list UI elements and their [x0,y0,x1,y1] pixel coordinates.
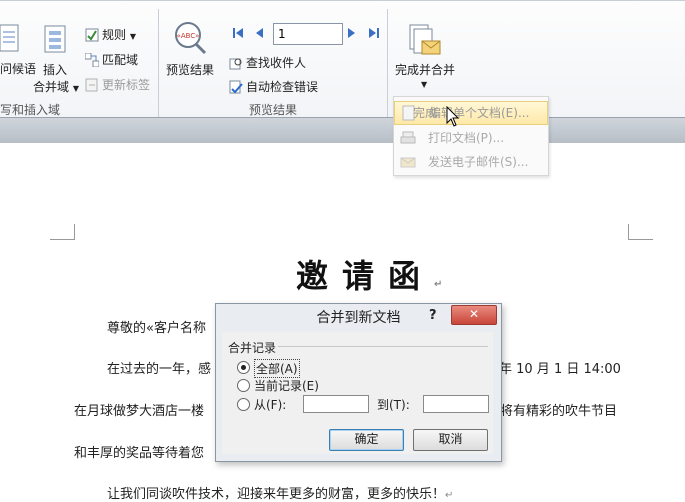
chevron-down-icon: ▼ [129,32,136,41]
find-recipient-label: 查找收件人 [246,56,307,70]
salutation: 尊敬的«客户名称 [107,321,206,336]
previous-record-icon[interactable] [254,27,264,39]
chevron-down-icon[interactable]: ▼ [421,80,427,89]
merge-to-new-document-dialog: 合并到新文档 ? ✕ 合并记录 全部(A) 当前记录(E) 从(F): 到(T)… [215,303,502,462]
radio-current-record[interactable] [237,379,250,392]
body-line-3-left: 和丰厚的奖品等待着您 [74,446,205,461]
match-fields-label: 匹配域 [102,53,139,67]
group-separator [158,9,159,117]
update-labels-label: 更新标签 [102,78,151,92]
ok-button[interactable]: 确定 [329,429,404,451]
update-labels-icon [85,78,98,92]
radio-all-label[interactable]: 全部(A) [254,359,300,378]
from-input[interactable] [303,395,369,413]
page-corner-mark-right [628,224,653,240]
preview-results-button[interactable]: 预览结果 [166,61,214,78]
auto-check-errors-button[interactable]: 自动检查错误 [229,78,318,95]
paragraph-mark: ↵ [434,279,443,290]
auto-check-errors-label: 自动检查错误 [246,80,319,94]
match-fields-button[interactable]: 匹配域 [85,51,138,68]
radio-all[interactable] [237,361,250,374]
help-button[interactable]: ? [429,308,437,323]
rules-label: 规则 [102,28,127,42]
printer-icon [400,131,416,144]
send-email-label: 发送电子邮件(S)... [428,155,529,169]
send-email-item[interactable]: 发送电子邮件(S)... [394,151,548,173]
cancel-button[interactable]: 取消 [413,429,488,451]
finish-merge-button[interactable]: 完成并合并 [395,61,455,78]
preview-icon-text: «ABC» [177,32,200,40]
match-fields-icon [85,53,99,67]
next-record-icon[interactable] [347,27,357,39]
chevron-down-icon: ▼ [72,84,79,93]
first-record-icon[interactable] [232,27,244,39]
find-recipient-button[interactable]: 查找收件人 [229,54,306,71]
finish-merge-icon [409,24,441,55]
to-input[interactable] [423,395,489,413]
body-line-1-right: 年 10 月 1 日 14:00 [499,362,621,377]
write-insert-group-label: 写和插入域 [0,103,61,117]
preview-group-label: 预览结果 [249,103,298,117]
document-title-text: 邀请函 [296,257,435,295]
record-number-input[interactable] [273,23,343,45]
rules-icon [85,28,99,42]
print-documents-item[interactable]: 打印文档(P)... [394,127,548,149]
update-labels-button[interactable]: 更新标签 [85,76,150,93]
edit-individual-label: 编辑单个文档(E)... [429,106,530,120]
last-record-icon[interactable] [368,27,380,39]
auto-check-errors-icon [229,80,243,94]
preview-results-icon: «ABC» [172,21,208,55]
edit-individual-documents-item[interactable]: 编辑单个文档(E)... 完成 [394,101,548,125]
page-corner-mark-left [50,224,75,240]
print-documents-label: 打印文档(P)... [428,131,505,145]
rules-button[interactable]: 规则 ▼ [85,26,136,43]
ribbon-bottom-bar [0,117,685,143]
radio-current-label[interactable]: 当前记录(E) [254,377,319,394]
finish-merge-menu: 编辑单个文档(E)... 完成 打印文档(P)... 发送电子邮件(S)... [393,96,549,176]
find-recipient-icon [229,58,242,70]
greeting-line-icon [0,24,19,52]
radio-from-label[interactable]: 从(F): [254,396,286,413]
body-line-2-right: 将有精彩的吹牛节目 [500,404,618,419]
mouse-cursor-icon [446,106,460,127]
dialog-body: 合并记录 全部(A) 当前记录(E) 从(F): 到(T): 确定 取消 [222,332,493,454]
radio-from[interactable] [237,398,250,411]
email-icon [400,157,416,168]
finish-overlay-text: 完成 [413,106,438,120]
merge-records-group-label: 合并记录 [228,341,277,355]
body-line-2-left: 在月球做梦大酒店一楼 [74,404,205,419]
ribbon: 问候语 写和插入域 插入 合并域 ▼ 规则 ▼ 匹配域 更新标签 «ABC» 预… [0,0,685,121]
insert-merge-field-bottom: 合并域 [33,80,70,94]
group-separator [387,9,388,117]
insert-merge-field-button[interactable]: 合并域 ▼ [33,78,79,95]
document-title: 邀请函↵ [296,251,442,297]
group-divider [278,346,488,347]
close-button[interactable]: ✕ [451,305,497,325]
insert-merge-field-top[interactable]: 插入 [43,61,67,78]
insert-merge-field-icon [44,25,66,53]
body-line-1-left: 在过去的一年，感 [107,362,212,377]
closing-line: 让我们同谈吹件技术，迎接来年更多的财富，更多的快乐！↵ [107,483,453,502]
to-label: 到(T): [377,398,410,412]
paragraph-mark: ↵ [445,490,454,501]
greeting-line-label[interactable]: 问候语 [0,60,36,77]
